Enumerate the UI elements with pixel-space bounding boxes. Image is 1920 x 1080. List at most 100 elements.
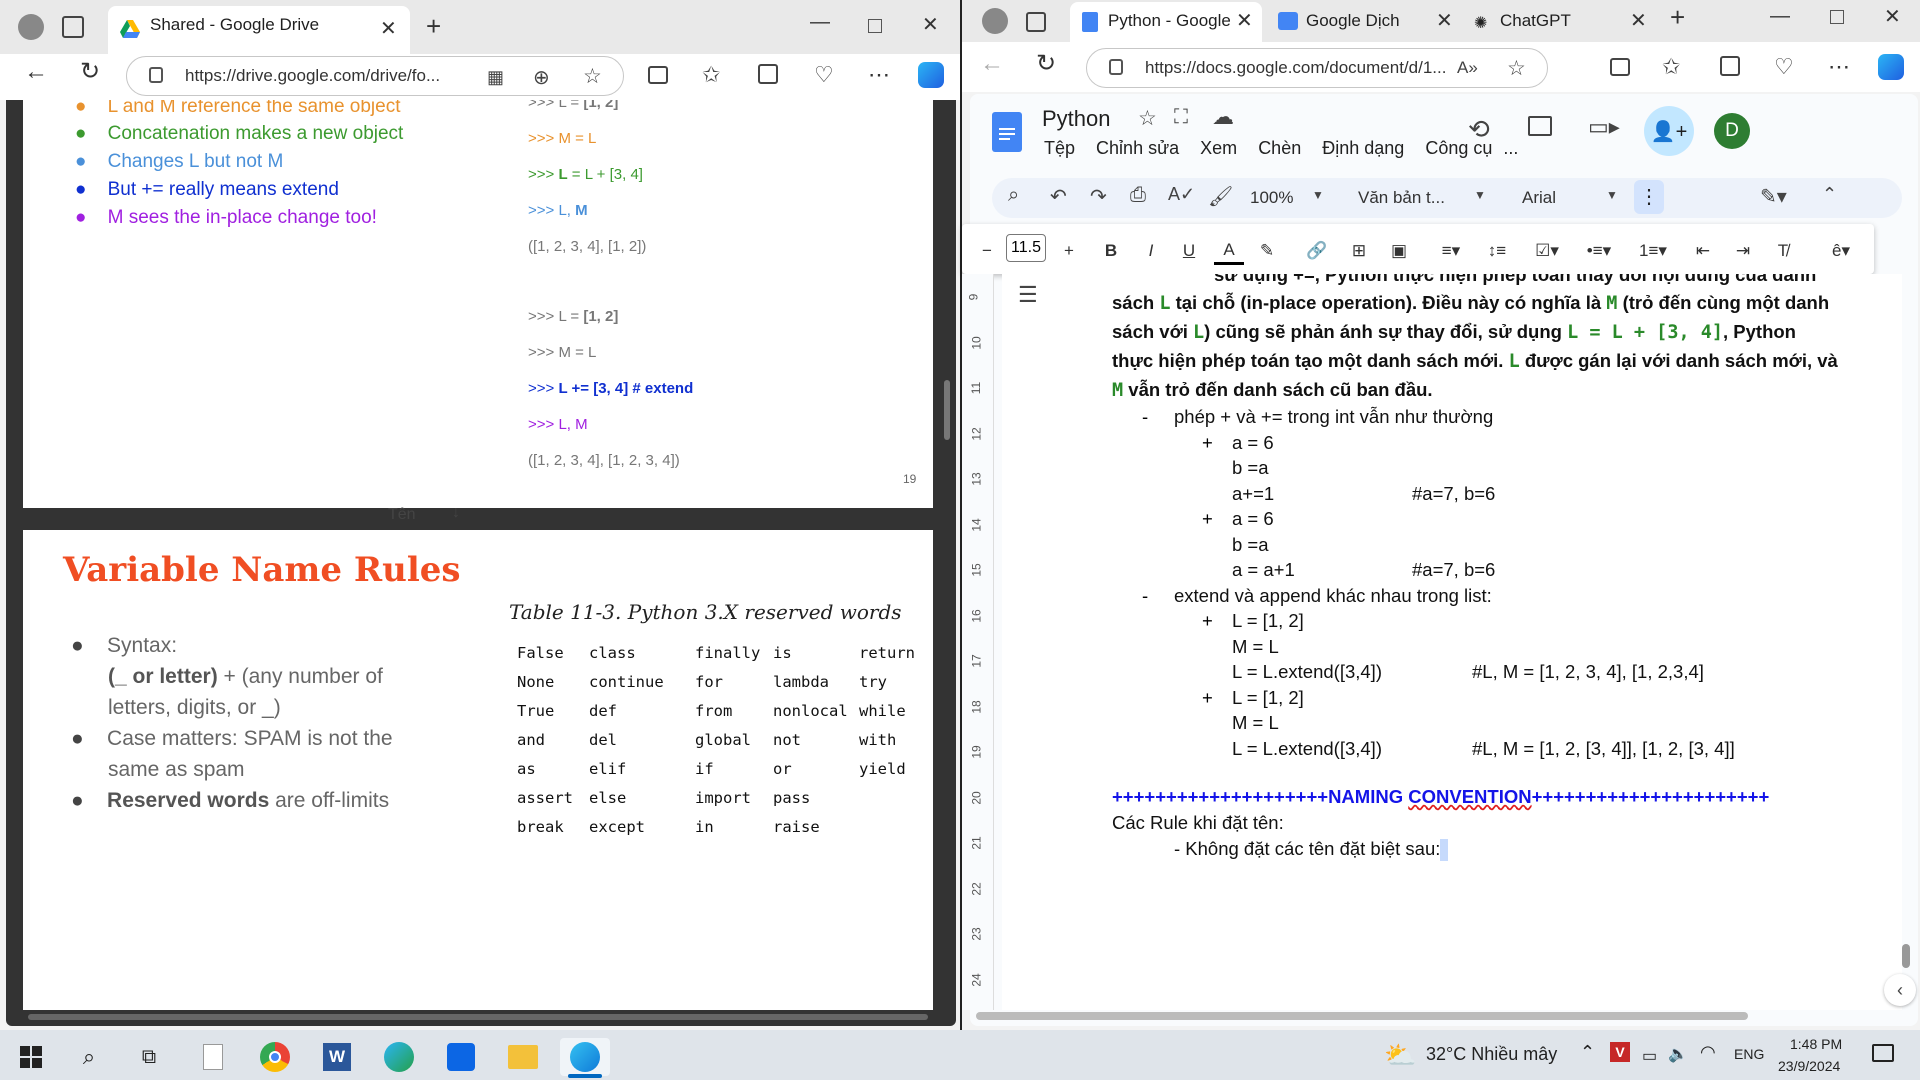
copilot-icon[interactable] bbox=[918, 62, 944, 88]
file-icon[interactable] bbox=[194, 1038, 232, 1076]
close-tab-icon[interactable]: ✕ bbox=[1236, 11, 1253, 31]
collections-icon[interactable] bbox=[1720, 56, 1740, 76]
back-icon[interactable]: ← bbox=[24, 60, 48, 84]
italic-icon[interactable]: I bbox=[1136, 237, 1166, 265]
maximize-icon[interactable] bbox=[1830, 10, 1844, 24]
address-bar[interactable]: https://drive.google.com/drive/fo... ▦ ⊕… bbox=[126, 56, 624, 96]
close-tab-icon[interactable]: ✕ bbox=[380, 19, 397, 39]
search-menus-icon[interactable]: ⌕ bbox=[1008, 184, 1019, 207]
weather-text[interactable]: 32°C Nhiều mây bbox=[1426, 1044, 1557, 1065]
zoom-icon[interactable]: ⊕ bbox=[533, 65, 550, 90]
numbered-list-icon[interactable]: 1≡▾ bbox=[1638, 237, 1668, 265]
version-history-icon[interactable]: ⟲ bbox=[1468, 114, 1490, 145]
style-select[interactable]: Văn bản t... bbox=[1358, 188, 1445, 208]
language-indicator[interactable]: ENG bbox=[1734, 1046, 1764, 1062]
split-screen-icon[interactable] bbox=[648, 66, 668, 84]
app-icon[interactable]: ▦ bbox=[487, 67, 504, 88]
show-hidden-icons[interactable]: ⌃ bbox=[1580, 1042, 1595, 1063]
more-options-icon[interactable]: ⋯ bbox=[1828, 54, 1850, 80]
more-options-icon[interactable]: ⋯ bbox=[868, 62, 890, 88]
menu-view[interactable]: Xem bbox=[1200, 138, 1237, 158]
split-screen-icon[interactable] bbox=[1610, 58, 1630, 76]
paint-format-icon[interactable]: 🖌 bbox=[1208, 184, 1233, 209]
word-icon[interactable]: W bbox=[318, 1038, 356, 1076]
redo-icon[interactable]: ↷ bbox=[1090, 184, 1107, 209]
minimize-icon[interactable]: — bbox=[810, 12, 830, 32]
tab-google-docs[interactable]: Python - Google T ✕ bbox=[1070, 2, 1262, 42]
undo-icon[interactable]: ↶ bbox=[1050, 184, 1067, 209]
antivirus-icon[interactable]: V bbox=[1610, 1042, 1630, 1062]
meet-icon[interactable]: ▭▸ bbox=[1588, 114, 1620, 140]
copilot-icon[interactable] bbox=[1878, 54, 1904, 80]
tab-drive[interactable]: Shared - Google Drive ✕ bbox=[108, 6, 410, 54]
menu-more[interactable]: ... bbox=[1503, 138, 1518, 158]
maximize-icon[interactable] bbox=[868, 19, 882, 33]
comments-icon[interactable] bbox=[1528, 116, 1552, 136]
tab-actions-icon[interactable] bbox=[1026, 12, 1046, 32]
menu-file[interactable]: Tệp bbox=[1044, 138, 1075, 158]
doc-vscrollbar[interactable] bbox=[1902, 944, 1910, 968]
bulleted-list-icon[interactable]: •≡▾ bbox=[1584, 237, 1614, 265]
insert-image-icon[interactable]: ▣ bbox=[1384, 237, 1414, 265]
spellcheck-icon[interactable]: A✓ bbox=[1168, 184, 1195, 205]
notifications-icon[interactable] bbox=[1872, 1044, 1894, 1062]
close-window-icon[interactable]: ✕ bbox=[1884, 7, 1901, 27]
edge-dev-icon[interactable] bbox=[380, 1038, 418, 1076]
favorite-icon[interactable]: ☆ bbox=[583, 64, 602, 89]
clock-date[interactable]: 23/9/2024 bbox=[1778, 1058, 1840, 1074]
wifi-icon[interactable]: ◠ bbox=[1700, 1042, 1716, 1063]
read-aloud-icon[interactable]: A» bbox=[1457, 58, 1478, 78]
refresh-icon[interactable]: ↻ bbox=[1036, 52, 1056, 76]
print-icon[interactable]: ⎙ bbox=[1130, 184, 1146, 207]
new-tab-icon[interactable]: + bbox=[1670, 4, 1685, 30]
tab-actions-icon[interactable] bbox=[62, 16, 84, 38]
browser-essentials-icon[interactable]: ♡ bbox=[1774, 54, 1794, 80]
text-color-icon[interactable]: A bbox=[1214, 237, 1244, 265]
font-select[interactable]: Arial bbox=[1522, 188, 1556, 208]
close-window-icon[interactable]: ✕ bbox=[922, 15, 939, 35]
close-tab-icon[interactable]: ✕ bbox=[1630, 11, 1647, 31]
chrome-icon[interactable] bbox=[256, 1038, 294, 1076]
browser-essentials-icon[interactable]: ♡ bbox=[814, 62, 834, 88]
volume-icon[interactable]: 🔈 bbox=[1668, 1044, 1688, 1064]
weather-icon[interactable]: ⛅ bbox=[1384, 1040, 1416, 1071]
share-button[interactable]: 👤+ bbox=[1644, 106, 1694, 156]
line-spacing-icon[interactable]: ↕≡ bbox=[1482, 237, 1512, 265]
clock-time[interactable]: 1:48 PM bbox=[1790, 1036, 1842, 1052]
increase-font-size-icon[interactable]: + bbox=[1054, 237, 1084, 265]
collapse-menus-icon[interactable]: ⌃ bbox=[1822, 184, 1837, 205]
insert-link-icon[interactable]: 🔗 bbox=[1302, 237, 1332, 265]
tab-google-translate[interactable]: Google Dịch ✕ bbox=[1268, 2, 1458, 42]
edge-icon[interactable] bbox=[560, 1038, 610, 1076]
search-icon[interactable]: ⌕ bbox=[70, 1038, 108, 1076]
star-icon[interactable]: ☆ bbox=[1138, 106, 1157, 131]
font-size-field[interactable]: 11.5 bbox=[1006, 234, 1046, 262]
side-panel-toggle[interactable]: ‹ bbox=[1884, 974, 1916, 1006]
checklist-icon[interactable]: ☑▾ bbox=[1532, 237, 1562, 265]
add-comment-icon[interactable]: ⊞ bbox=[1344, 237, 1374, 265]
zoom-select[interactable]: 100% bbox=[1250, 188, 1293, 208]
profile-icon[interactable] bbox=[982, 8, 1008, 34]
back-icon[interactable]: ← bbox=[980, 52, 1004, 76]
task-view-icon[interactable]: ⧉ bbox=[130, 1038, 168, 1076]
outline-icon[interactable]: ☰ bbox=[1018, 282, 1038, 308]
address-bar[interactable]: https://docs.google.com/document/d/1... … bbox=[1086, 48, 1548, 88]
battery-icon[interactable]: ▭ bbox=[1642, 1046, 1657, 1066]
favorites-icon[interactable]: ✩ bbox=[702, 62, 720, 88]
tab-chatgpt[interactable]: ✺ ChatGPT ✕ bbox=[1464, 2, 1654, 42]
collections-icon[interactable] bbox=[758, 64, 778, 84]
new-tab-icon[interactable]: + bbox=[426, 13, 441, 39]
editing-mode-icon[interactable]: ✎▾ bbox=[1760, 184, 1787, 209]
favorites-icon[interactable]: ✩ bbox=[1662, 54, 1680, 80]
move-icon[interactable]: ⛶ bbox=[1174, 106, 1188, 129]
trello-icon[interactable] bbox=[442, 1038, 480, 1076]
menu-edit[interactable]: Chỉnh sửa bbox=[1096, 138, 1179, 158]
avatar[interactable]: D bbox=[1714, 113, 1750, 149]
menu-format[interactable]: Định dạng bbox=[1322, 138, 1404, 158]
bold-icon[interactable]: B bbox=[1096, 237, 1126, 265]
highlight-icon[interactable]: ✎ bbox=[1252, 237, 1282, 265]
input-tools-icon[interactable]: ê▾ bbox=[1826, 237, 1856, 265]
profile-icon[interactable] bbox=[18, 14, 44, 40]
align-icon[interactable]: ≡▾ bbox=[1436, 237, 1466, 265]
doc-hscrollbar[interactable] bbox=[976, 1012, 1748, 1020]
